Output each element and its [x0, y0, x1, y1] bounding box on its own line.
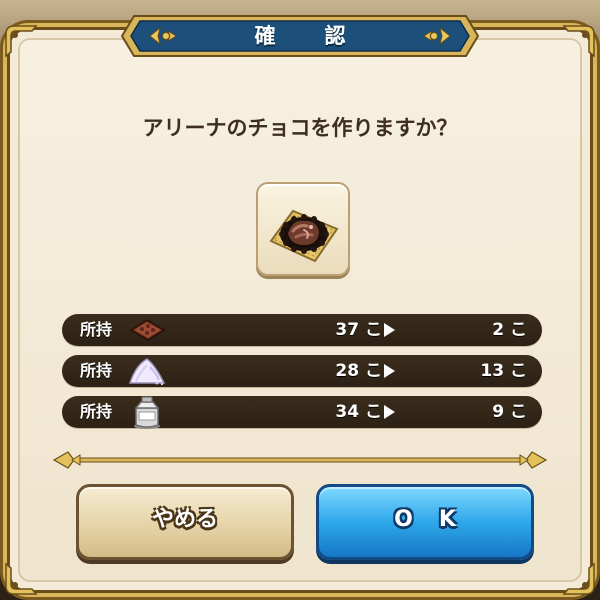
- arrow-right-icon: [384, 323, 395, 337]
- remaining-count: 9 こ: [492, 402, 527, 422]
- sugar-material-icon: [128, 358, 166, 386]
- arrow-right-icon: [384, 405, 395, 419]
- owned-label: 所持: [80, 320, 113, 339]
- cacao-material-icon: [129, 319, 166, 341]
- remaining-count: 2 こ: [492, 320, 527, 340]
- material-row: 所持 34 こ 9 こ: [62, 396, 542, 429]
- remaining-count: 13 こ: [480, 361, 527, 381]
- corner-ornament-icon: [562, 562, 596, 596]
- owned-count: 28 こ: [335, 361, 382, 381]
- crafted-item-tile: [256, 182, 350, 276]
- corner-ornament-icon: [4, 562, 38, 596]
- owned-label: 所持: [80, 402, 113, 421]
- ornament-divider: [52, 451, 548, 469]
- corner-ornament-icon: [562, 24, 596, 58]
- material-row: 所持 37 こ 2 こ: [62, 314, 542, 346]
- dialog-title-plate: 確 認: [120, 14, 480, 58]
- cancel-button[interactable]: やめる: [76, 484, 294, 560]
- owned-count: 37 こ: [335, 320, 382, 340]
- owned-count: 34 こ: [335, 402, 382, 422]
- dialog-title: 確 認: [254, 24, 360, 48]
- arrow-right-icon: [384, 364, 395, 378]
- ok-button[interactable]: OK: [316, 484, 534, 560]
- confirm-question: アリーナのチョコを作りますか？: [142, 116, 458, 140]
- material-row: 所持 28 こ 13 こ: [62, 355, 542, 387]
- milk-can-material-icon: [134, 396, 160, 429]
- corner-ornament-icon: [4, 24, 38, 58]
- chocolate-icon: [269, 209, 339, 263]
- owned-label: 所持: [80, 361, 113, 380]
